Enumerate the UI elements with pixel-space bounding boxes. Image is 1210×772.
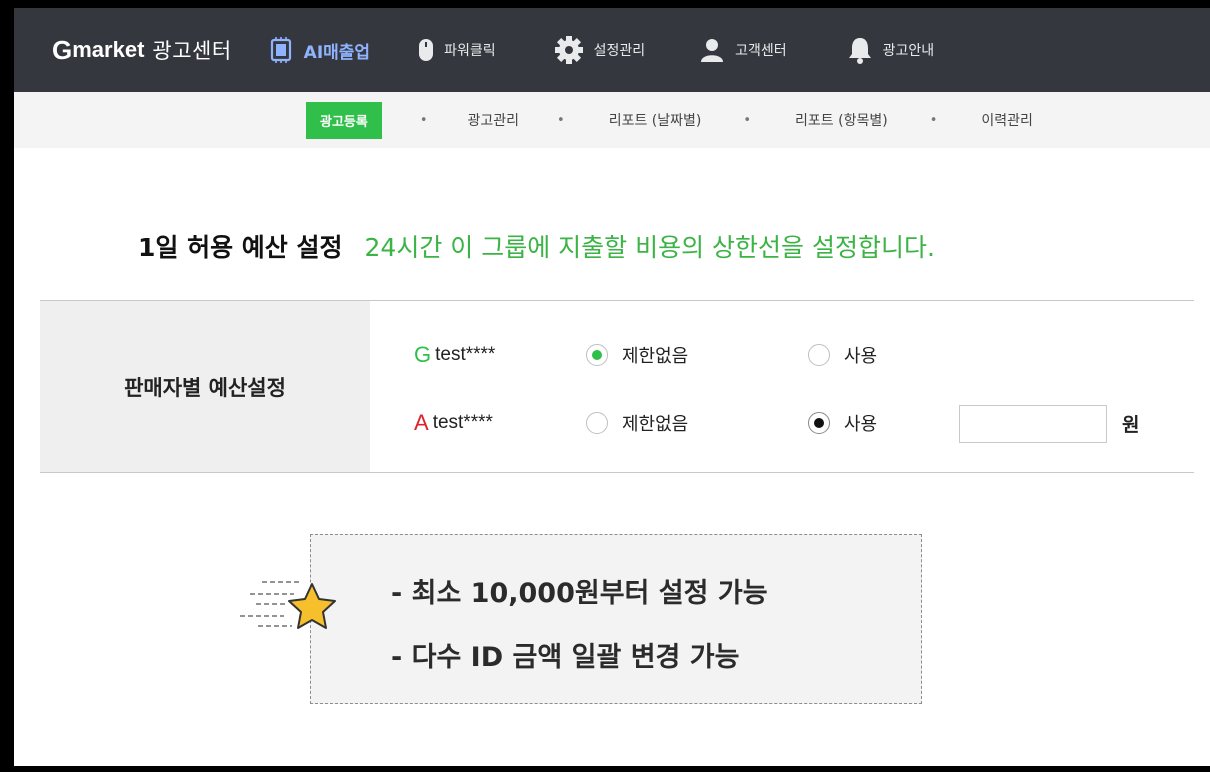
radio-label: 사용 [844, 414, 878, 435]
nav-item-power-click[interactable]: 파워클릭 [418, 38, 496, 62]
person-icon [699, 37, 725, 63]
gmarket-logo[interactable]: Gmarket 광고센터 [52, 35, 232, 66]
page-title: 1일 허용 예산 설정 [138, 233, 343, 262]
nav-item-label: 설정관리 [593, 43, 646, 59]
account-id: test**** [435, 344, 496, 365]
window-frame-bottom [0, 766, 1210, 772]
info-line-minimum: - 최소 10,000원부터 설정 가능 [391, 578, 768, 609]
logo-ad-center: 광고센터 [152, 39, 232, 63]
gear-icon [554, 35, 584, 65]
separator-dot: • [743, 112, 752, 128]
nav-item-ad-guide[interactable]: 광고안내 [847, 36, 935, 64]
radio-use-gmarket[interactable]: 사용 [808, 335, 877, 375]
nav-item-settings[interactable]: 설정관리 [554, 35, 646, 65]
nav-item-ai-sales[interactable]: AI매출업 [268, 36, 370, 64]
nav-item-label: AI매출업 [303, 42, 371, 63]
radio-button[interactable] [586, 412, 608, 434]
radio-button-selected[interactable] [808, 412, 830, 434]
gmarket-letter: G [414, 342, 432, 367]
radio-label: 제한없음 [622, 414, 689, 435]
separator-dot: • [419, 112, 428, 128]
nav-item-label: 파워클릭 [444, 43, 496, 59]
tab-report-by-item[interactable]: 리포트 (항목별) [795, 110, 888, 130]
tab-ad-management[interactable]: 광고관리 [468, 110, 520, 130]
radio-use-auction[interactable]: 사용 [808, 403, 877, 443]
radio-unlimited-auction[interactable]: 제한없음 [586, 403, 688, 443]
budget-settings-table: 판매자별 예산설정 G test**** 제한없음 사용 A test**** … [40, 300, 1194, 473]
budget-label: 판매자별 예산설정 [124, 375, 286, 400]
account-id: test**** [432, 412, 493, 433]
nav-item-label: 광고안내 [882, 43, 935, 59]
radio-button[interactable] [808, 344, 830, 366]
sub-navigation: 광고등록 • 광고관리 • 리포트 (날짜별) • 리포트 (항목별) • 이력… [14, 92, 1210, 148]
budget-label-cell: 판매자별 예산설정 [40, 301, 370, 472]
budget-amount-input[interactable] [959, 405, 1107, 443]
radio-label: 제한없음 [622, 346, 689, 367]
account-label: G test**** [414, 335, 495, 375]
nav-item-label: 고객센터 [735, 43, 787, 59]
logo-market: market [72, 37, 145, 62]
page-description: 24시간 이 그룹에 지출할 비용의 상한선을 설정합니다. [364, 233, 935, 262]
tab-ad-register[interactable]: 광고등록 [306, 101, 382, 139]
radio-unlimited-gmarket[interactable]: 제한없음 [586, 335, 688, 375]
info-box: - 최소 10,000원부터 설정 가능 - 다수 ID 금액 일괄 변경 가능 [310, 534, 922, 704]
window-frame-left [0, 0, 14, 772]
nav-item-customer-center[interactable]: 고객센터 [699, 37, 787, 63]
separator-dot: • [557, 112, 565, 128]
separator-dot: • [929, 112, 938, 128]
window-frame-top [0, 0, 1210, 8]
radio-label: 사용 [844, 346, 878, 367]
budget-heading: 1일 허용 예산 설정 24시간 이 그룹에 지출할 비용의 상한선을 설정합니… [138, 228, 935, 264]
logo-g: G [52, 34, 73, 65]
radio-button-selected[interactable] [586, 344, 608, 366]
account-row-gmarket: G test**** 제한없음 사용 [370, 335, 1194, 375]
account-label: A test**** [414, 403, 493, 443]
auction-letter: A [414, 410, 429, 435]
top-navigation: Gmarket 광고센터 AI매출업 파워클릭 설정관리 고객센터 광고안내 [14, 8, 1210, 92]
info-line-bulk-change: - 다수 ID 금액 일괄 변경 가능 [391, 642, 740, 673]
tab-report-by-date[interactable]: 리포트 (날짜별) [609, 110, 702, 130]
tab-history[interactable]: 이력관리 [981, 110, 1033, 130]
account-row-auction: A test**** 제한없음 사용 원 [370, 403, 1194, 443]
star-icon [236, 576, 340, 640]
chip-icon [268, 36, 294, 64]
bell-icon [847, 36, 873, 64]
mouse-icon [418, 38, 434, 62]
currency-unit: 원 [1122, 413, 1140, 436]
